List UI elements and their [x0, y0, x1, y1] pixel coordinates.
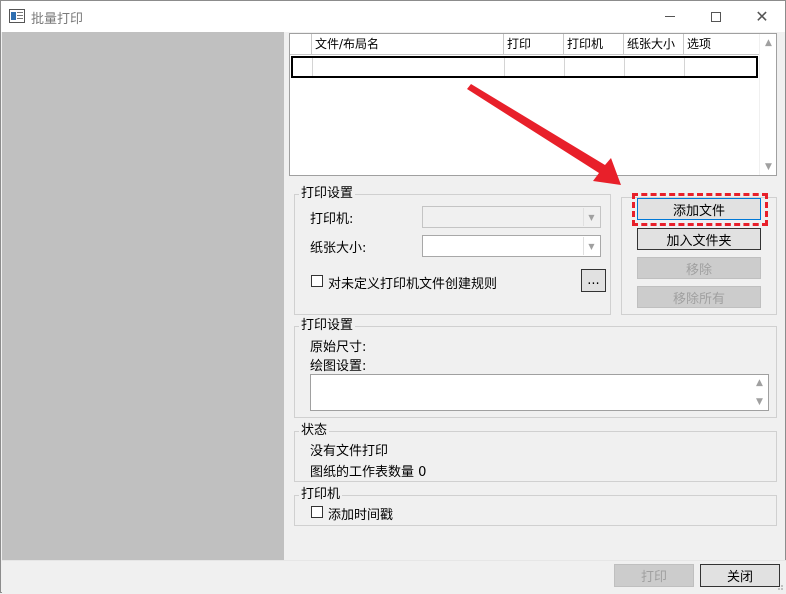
plot-setup-scrollbar[interactable]: ▲ ▼: [751, 375, 768, 410]
batch-print-window: 批量打印 ✕ 文件/布局名 打印 打印机 纸张大小 选项 ▲ ▼ 打印设置 打印…: [0, 0, 786, 593]
paper-size-select[interactable]: ▼: [422, 235, 601, 257]
maximize-icon: [711, 11, 721, 22]
file-list-table[interactable]: 文件/布局名 打印 打印机 纸张大小 选项 ▲ ▼: [289, 33, 777, 176]
table-cell: [505, 58, 565, 76]
printer-label: 打印机:: [310, 212, 354, 227]
status-legend: 状态: [301, 423, 328, 438]
create-rule-label[interactable]: 对未定义打印机文件创建规则: [328, 273, 497, 292]
scroll-down-icon[interactable]: ▼: [760, 158, 777, 175]
close-icon: ✕: [755, 6, 769, 26]
resize-grip-icon[interactable]: [774, 581, 784, 591]
printer-group-legend: 打印机: [301, 487, 341, 502]
header-print[interactable]: 打印: [504, 34, 564, 55]
minimize-button[interactable]: [647, 1, 693, 32]
chevron-down-icon: ▼: [583, 237, 599, 255]
scroll-up-icon[interactable]: ▲: [751, 375, 768, 390]
footer-bar: 打印 关闭: [2, 560, 786, 593]
plot-setup-textarea[interactable]: ▲ ▼: [310, 374, 769, 411]
original-size-label: 原始尺寸:: [310, 340, 367, 355]
maximize-button[interactable]: [693, 1, 739, 32]
table-cell: [313, 58, 505, 76]
header-indicator-cell: [290, 34, 312, 55]
app-icon: [9, 9, 25, 23]
close-window-button[interactable]: ✕: [739, 1, 785, 32]
header-file-layout[interactable]: 文件/布局名: [312, 34, 504, 55]
remove-all-button[interactable]: 移除所有: [637, 286, 761, 308]
table-header: 文件/布局名 打印 打印机 纸张大小 选项: [290, 34, 760, 55]
add-folder-button[interactable]: 加入文件夹: [637, 228, 761, 250]
table-cell: [625, 58, 685, 76]
print-button[interactable]: 打印: [614, 564, 694, 587]
file-list-scrollbar[interactable]: ▲ ▼: [759, 34, 776, 175]
table-cell: [293, 58, 313, 76]
plot-settings-legend: 打印设置: [301, 318, 354, 333]
table-cell: [565, 58, 625, 76]
title-bar: 批量打印 ✕: [1, 1, 785, 32]
plot-setup-label: 绘图设置:: [310, 359, 367, 374]
header-paper-size[interactable]: 纸张大小: [624, 34, 684, 55]
timestamp-label[interactable]: 添加时间戳: [328, 504, 393, 523]
header-options[interactable]: 选项: [684, 34, 760, 55]
printer-select[interactable]: ▼: [422, 206, 601, 228]
preview-pane: [2, 32, 284, 560]
chevron-down-icon: ▼: [583, 208, 599, 226]
create-rule-checkbox[interactable]: [311, 275, 323, 287]
table-row[interactable]: [291, 56, 758, 78]
close-button[interactable]: 关闭: [700, 564, 780, 587]
add-file-highlight: [632, 193, 768, 226]
scroll-down-icon[interactable]: ▼: [751, 394, 768, 409]
header-printer[interactable]: 打印机: [564, 34, 624, 55]
minimize-icon: [665, 16, 675, 17]
timestamp-checkbox[interactable]: [311, 506, 323, 518]
status-message: 没有文件打印: [310, 444, 389, 459]
sheet-count-text: 图纸的工作表数量 0: [310, 465, 427, 480]
rule-ellipsis-button[interactable]: ...: [581, 269, 606, 292]
paper-size-label: 纸张大小:: [310, 241, 367, 256]
window-title: 批量打印: [31, 12, 84, 27]
scroll-up-icon[interactable]: ▲: [760, 34, 777, 51]
remove-button[interactable]: 移除: [637, 257, 761, 279]
print-settings-legend: 打印设置: [301, 186, 354, 201]
